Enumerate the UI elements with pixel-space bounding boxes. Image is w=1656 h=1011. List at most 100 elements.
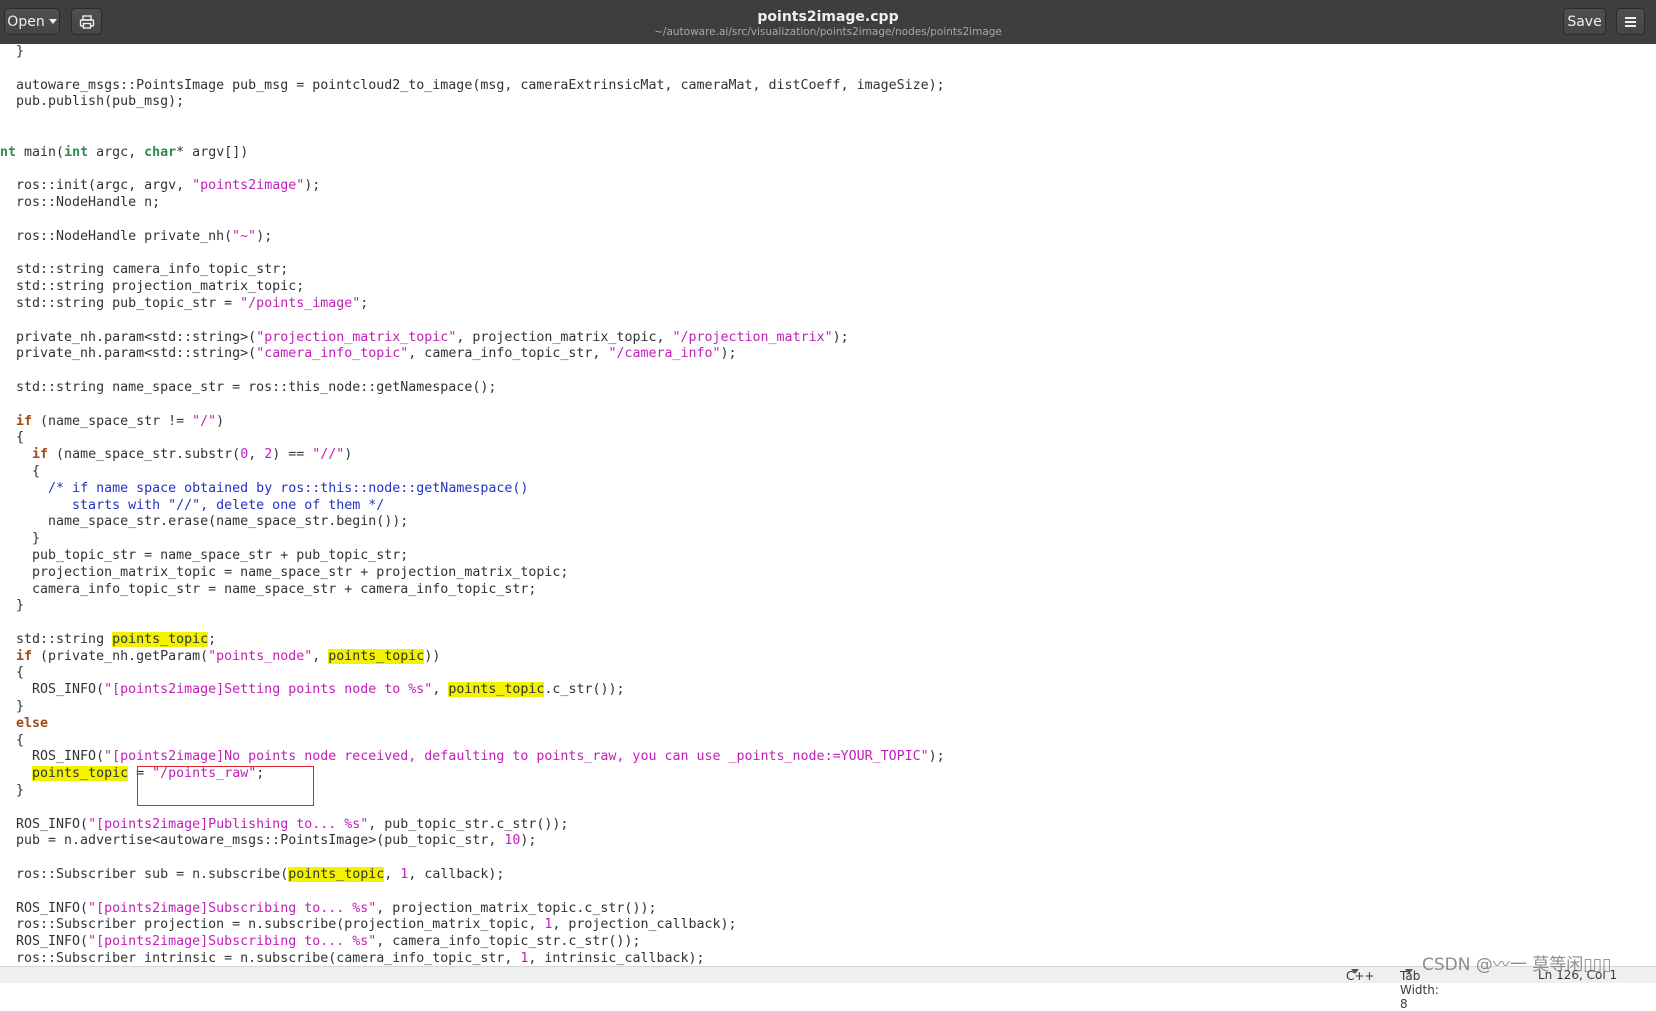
code-line[interactable]: starts with "//", delete one of them */ bbox=[0, 498, 1656, 515]
code-line[interactable]: private_nh.param<std::string>("projectio… bbox=[0, 330, 1656, 347]
code-line[interactable]: std::string pub_topic_str = "/points_ima… bbox=[0, 296, 1656, 313]
code-line[interactable]: std::string projection_matrix_topic; bbox=[0, 279, 1656, 296]
code-line[interactable]: ROS_INFO("[points2image]No points node r… bbox=[0, 749, 1656, 766]
code-line[interactable] bbox=[0, 363, 1656, 380]
code-line[interactable]: camera_info_topic_str = name_space_str +… bbox=[0, 582, 1656, 599]
caret-down-icon bbox=[1351, 969, 1359, 974]
window-title: points2image.cpp bbox=[757, 9, 899, 25]
code-text[interactable]: } autoware_msgs::PointsImage pub_msg = p… bbox=[0, 44, 1656, 966]
code-line[interactable]: name_space_str.erase(name_space_str.begi… bbox=[0, 514, 1656, 531]
code-line[interactable]: pub = n.advertise<autoware_msgs::PointsI… bbox=[0, 833, 1656, 850]
code-line[interactable]: std::string camera_info_topic_str; bbox=[0, 262, 1656, 279]
code-line[interactable] bbox=[0, 111, 1656, 128]
code-token: private_nh.param<std::string>( bbox=[0, 346, 257, 362]
code-line[interactable]: else bbox=[0, 716, 1656, 733]
code-token: camera_info_topic_str = name_space_str +… bbox=[0, 581, 537, 597]
code-token: , projection_matrix_topic.c_str()); bbox=[376, 900, 657, 916]
code-token: private_nh.param<std::string>( bbox=[0, 329, 257, 345]
code-line[interactable]: std::string name_space_str = ros::this_n… bbox=[0, 380, 1656, 397]
code-line[interactable]: { bbox=[0, 430, 1656, 447]
code-token: , callback); bbox=[408, 867, 505, 883]
code-line[interactable]: ros::NodeHandle n; bbox=[0, 195, 1656, 212]
code-line[interactable]: } bbox=[0, 783, 1656, 800]
code-token: pub = n.advertise<autoware_msgs::PointsI… bbox=[0, 833, 505, 849]
code-line[interactable]: ros::Subscriber intrinsic = n.subscribe(… bbox=[0, 951, 1656, 966]
code-line[interactable]: ros::Subscriber projection = n.subscribe… bbox=[0, 917, 1656, 934]
code-token: "projection_matrix_topic" bbox=[256, 329, 457, 345]
code-token: (private_nh.getParam( bbox=[32, 648, 209, 664]
code-token: , projection_matrix_topic, bbox=[456, 329, 673, 345]
code-line[interactable]: points_topic = "/points_raw"; bbox=[0, 766, 1656, 783]
code-token: } bbox=[0, 699, 25, 715]
code-line[interactable]: autoware_msgs::PointsImage pub_msg = poi… bbox=[0, 78, 1656, 95]
code-token: ; bbox=[208, 631, 217, 647]
code-line[interactable]: { bbox=[0, 733, 1656, 750]
code-line[interactable] bbox=[0, 162, 1656, 179]
code-token: /* if name space obtained by ros::this::… bbox=[48, 480, 529, 496]
code-token: ) bbox=[344, 447, 353, 463]
code-line[interactable] bbox=[0, 212, 1656, 229]
code-token: name_space_str.erase(name_space_str.begi… bbox=[0, 514, 409, 530]
code-line[interactable] bbox=[0, 246, 1656, 263]
code-token: 10 bbox=[504, 833, 521, 849]
code-line[interactable]: /* if name space obtained by ros::this::… bbox=[0, 481, 1656, 498]
code-line[interactable]: ros::NodeHandle private_nh("~"); bbox=[0, 229, 1656, 246]
code-token: ; bbox=[256, 766, 265, 782]
code-token: , pub_topic_str.c_str()); bbox=[368, 816, 569, 832]
code-token: , bbox=[312, 648, 329, 664]
code-line[interactable]: projection_matrix_topic = name_space_str… bbox=[0, 565, 1656, 582]
code-token: "[points2image]Subscribing to... %s" bbox=[88, 934, 377, 950]
code-line[interactable]: nt main(int argc, char* argv[]) bbox=[0, 145, 1656, 162]
code-line[interactable] bbox=[0, 800, 1656, 817]
code-line[interactable]: pub.publish(pub_msg); bbox=[0, 94, 1656, 111]
code-token: "/projection_matrix" bbox=[672, 329, 833, 345]
code-line[interactable]: { bbox=[0, 464, 1656, 481]
code-line[interactable] bbox=[0, 884, 1656, 901]
code-line[interactable]: if (name_space_str != "/") bbox=[0, 414, 1656, 431]
code-line[interactable]: ros::Subscriber sub = n.subscribe(points… bbox=[0, 867, 1656, 884]
code-line[interactable]: ROS_INFO("[points2image]Publishing to...… bbox=[0, 817, 1656, 834]
code-line[interactable]: } bbox=[0, 598, 1656, 615]
code-token: "points_node" bbox=[208, 648, 313, 664]
code-line[interactable]: ROS_INFO("[points2image]Setting points n… bbox=[0, 682, 1656, 699]
code-line[interactable] bbox=[0, 615, 1656, 632]
code-token: , camera_info_topic_str, bbox=[408, 346, 609, 362]
code-token: ); bbox=[720, 346, 737, 362]
code-line[interactable]: ros::init(argc, argv, "points2image"); bbox=[0, 178, 1656, 195]
code-token: main( bbox=[16, 144, 65, 160]
code-line[interactable] bbox=[0, 61, 1656, 78]
code-line[interactable]: { bbox=[0, 665, 1656, 682]
code-line[interactable]: if (private_nh.getParam("points_node", p… bbox=[0, 648, 1656, 666]
code-line[interactable] bbox=[0, 128, 1656, 145]
code-token: , bbox=[384, 867, 401, 883]
code-token: int bbox=[64, 144, 89, 160]
code-token: , camera_info_topic_str.c_str()); bbox=[376, 934, 641, 950]
menu-button[interactable] bbox=[1616, 8, 1645, 35]
code-line[interactable]: } bbox=[0, 699, 1656, 716]
code-line[interactable]: if (name_space_str.substr(0, 2) == "//") bbox=[0, 447, 1656, 464]
code-token: , bbox=[248, 447, 265, 463]
code-token: if bbox=[32, 447, 49, 463]
code-line[interactable]: pub_topic_str = name_space_str + pub_top… bbox=[0, 548, 1656, 565]
code-token: 0 bbox=[240, 447, 249, 463]
code-token: (name_space_str.substr( bbox=[48, 447, 241, 463]
code-line[interactable]: } bbox=[0, 44, 1656, 61]
code-token: pub.publish(pub_msg); bbox=[0, 94, 185, 110]
code-token: %s" bbox=[408, 682, 433, 698]
code-line[interactable]: } bbox=[0, 531, 1656, 548]
code-line[interactable]: ROS_INFO("[points2image]Subscribing to..… bbox=[0, 901, 1656, 918]
code-line[interactable]: private_nh.param<std::string>("camera_in… bbox=[0, 346, 1656, 363]
code-editor[interactable]: } autoware_msgs::PointsImage pub_msg = p… bbox=[0, 44, 1656, 966]
code-line[interactable] bbox=[0, 397, 1656, 414]
code-line[interactable] bbox=[0, 313, 1656, 330]
save-button[interactable]: Save bbox=[1563, 8, 1606, 35]
tab-width-label: Tab Width: 8 bbox=[1400, 969, 1439, 1011]
code-line[interactable]: std::string points_topic; bbox=[0, 631, 1656, 649]
code-line[interactable] bbox=[0, 850, 1656, 867]
code-line[interactable]: ROS_INFO("[points2image]Subscribing to..… bbox=[0, 934, 1656, 951]
